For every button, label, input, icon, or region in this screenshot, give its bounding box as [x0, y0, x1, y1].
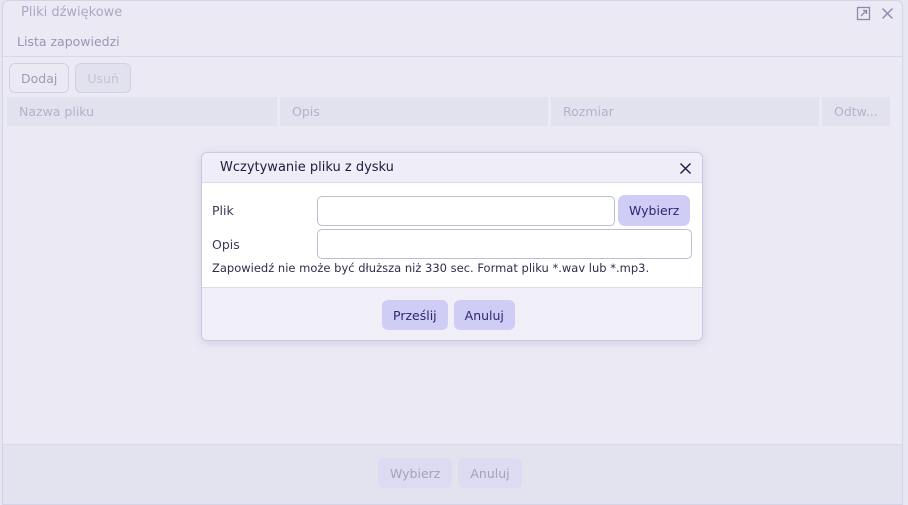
table-header: Nazwa pliku Opis Rozmiar Odtw...	[7, 97, 890, 126]
upload-file-dialog: Wczytywanie pliku z dysku Plik Wybierz O…	[201, 152, 703, 341]
file-requirements-hint: Zapowiedź nie może być dłuższa niż 330 s…	[212, 261, 650, 275]
dialog-footer-buttons: Prześlij Anuluj	[382, 300, 515, 330]
select-button[interactable]: Wybierz	[378, 458, 453, 488]
popout-icon[interactable]	[854, 4, 872, 22]
file-input[interactable]	[317, 196, 615, 226]
submit-button[interactable]: Prześlij	[382, 300, 448, 330]
list-toolbar: Dodaj Usuń	[9, 63, 131, 93]
dialog-footer: Prześlij Anuluj	[202, 287, 702, 340]
column-header-file-name[interactable]: Nazwa pliku	[7, 97, 277, 126]
column-header-description[interactable]: Opis	[280, 97, 548, 126]
window-controls	[854, 4, 896, 22]
dialog-cancel-button[interactable]: Anuluj	[453, 300, 515, 330]
description-label: Opis	[212, 237, 240, 252]
window-footer: Wybierz Anuluj	[3, 444, 902, 504]
announcement-list-header: Lista zapowiedzi	[3, 26, 902, 57]
window-footer-buttons: Wybierz Anuluj	[378, 458, 522, 488]
remove-button[interactable]: Usuń	[75, 63, 131, 93]
column-header-play[interactable]: Odtw...	[822, 97, 890, 126]
dialog-header: Wczytywanie pliku z dysku	[202, 153, 702, 183]
dialog-close-icon[interactable]	[677, 160, 693, 176]
cancel-button[interactable]: Anuluj	[458, 458, 522, 488]
close-icon[interactable]	[878, 4, 896, 22]
window-title: Pliki dźwiękowe	[21, 5, 123, 20]
add-button[interactable]: Dodaj	[9, 63, 70, 93]
description-input[interactable]	[317, 229, 692, 259]
announcement-list-label: Lista zapowiedzi	[17, 34, 120, 49]
file-label: Plik	[212, 203, 234, 218]
choose-file-button[interactable]: Wybierz	[618, 195, 691, 226]
column-header-size[interactable]: Rozmiar	[551, 97, 819, 126]
dialog-title: Wczytywanie pliku z dysku	[220, 160, 394, 175]
